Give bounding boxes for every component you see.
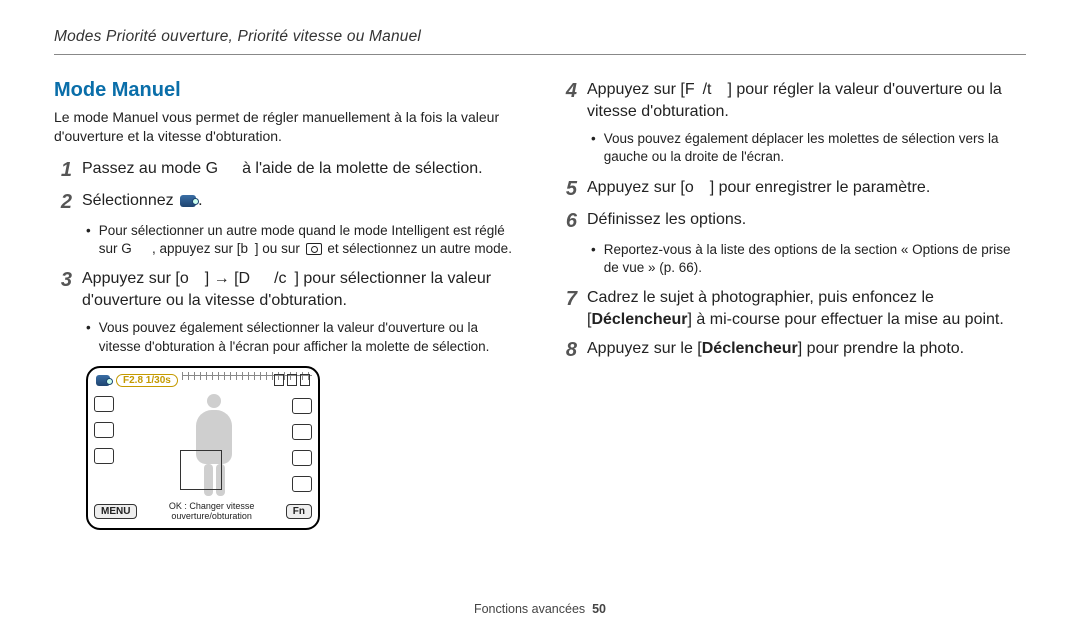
sub-text: Reportez-vous à la liste des options de … (604, 241, 1026, 277)
step-1: 1 Passez au mode G à l'aide de la molett… (54, 158, 521, 182)
sub-bullet: Pour sélectionner un autre mode quand le… (86, 222, 521, 258)
osd-icon (94, 396, 114, 412)
osd-icon (292, 398, 312, 414)
intro-text: Le mode Manuel vous permet de régler man… (54, 108, 521, 146)
mode-icon (96, 375, 110, 386)
sub-bullet: Vous pouvez également déplacer les molet… (591, 130, 1026, 166)
sub-text: Vous pouvez également sélectionner la va… (99, 319, 521, 355)
manual-page: Modes Priorité ouverture, Priorité vites… (0, 0, 1080, 630)
step-text: Appuyez sur [o ] pour enregistrer le par… (587, 177, 1026, 199)
two-column-layout: Mode Manuel Le mode Manuel vous permet d… (54, 79, 1026, 530)
header-rule (54, 54, 1026, 55)
step-text: Passez au mode G à l'aide de la molette … (82, 158, 521, 180)
steps-right: 4 Appuyez sur [F /t ] pour régler la val… (559, 79, 1026, 362)
step-number: 7 (559, 287, 577, 311)
step-2-sub: Pour sélectionner un autre mode quand le… (86, 222, 521, 258)
menu-button-label: MENU (94, 504, 137, 519)
sub-bullet: Vous pouvez également sélectionner la va… (86, 319, 521, 355)
camera-screen-figure: F2.8 1/30s (86, 366, 320, 530)
step-text: Appuyez sur le [Déclencheur] pour prendr… (587, 338, 1026, 360)
battery-card-indicator (274, 374, 310, 386)
step-text: Appuyez sur [F /t ] pour régler la valeu… (587, 79, 1026, 122)
shutter-bold: Déclencheur (591, 311, 687, 328)
step-4-sub: Vous pouvez également déplacer les molet… (591, 130, 1026, 166)
osd-icon (94, 448, 114, 464)
camera-icon (306, 243, 322, 255)
osd-icon (292, 476, 312, 492)
step-text: Sélectionnez . (82, 190, 521, 212)
osd-icon (292, 424, 312, 440)
footer-page-number: 50 (592, 602, 606, 616)
step7-b: ] à mi-course pour effectuer la mise au … (688, 311, 1004, 328)
sub-text-b: et sélectionnez un autre mode. (324, 241, 512, 256)
left-column: Mode Manuel Le mode Manuel vous permet d… (54, 79, 521, 530)
step-number: 6 (559, 209, 577, 233)
right-icon-stack (292, 398, 312, 492)
shutter-bold: Déclencheur (702, 340, 798, 357)
mode-icon (180, 195, 196, 207)
figure-bottom-bar: MENU OK : Changer vitesse ouverture/obtu… (94, 502, 312, 522)
step-2: 2 Sélectionnez . (54, 190, 521, 214)
step-8: 8 Appuyez sur le [Déclencheur] pour pren… (559, 338, 1026, 362)
osd-icon (292, 450, 312, 466)
focus-frame (180, 450, 222, 490)
sub-bullet: Reportez-vous à la liste des options de … (591, 241, 1026, 277)
step-number: 2 (54, 190, 72, 214)
step8-a: Appuyez sur le [ (587, 340, 702, 357)
left-icon-stack (94, 396, 114, 464)
step-number: 8 (559, 338, 577, 362)
step-text: Cadrez le sujet à photographier, puis en… (587, 287, 1026, 330)
running-header: Modes Priorité ouverture, Priorité vites… (54, 28, 1026, 50)
section-title: Mode Manuel (54, 79, 521, 102)
step-number: 1 (54, 158, 72, 182)
figure-caption: OK : Changer vitesse ouverture/obturatio… (143, 502, 279, 522)
step-number: 3 (54, 268, 72, 292)
step-text: Appuyez sur [o ] → [D /c ] pour sélectio… (82, 268, 521, 311)
step-number: 4 (559, 79, 577, 103)
step-7: 7 Cadrez le sujet à photographier, puis … (559, 287, 1026, 330)
step-6: 6 Définissez les options. (559, 209, 1026, 233)
step-4: 4 Appuyez sur [F /t ] pour régler la val… (559, 79, 1026, 122)
steps-left: 1 Passez au mode G à l'aide de la molett… (54, 158, 521, 530)
step-5: 5 Appuyez sur [o ] pour enregistrer le p… (559, 177, 1026, 201)
page-footer: Fonctions avancées 50 (0, 602, 1080, 616)
step-number: 5 (559, 177, 577, 201)
right-column: 4 Appuyez sur [F /t ] pour régler la val… (559, 79, 1026, 530)
exposure-chip: F2.8 1/30s (116, 374, 178, 387)
step2-pre: Sélectionnez (82, 192, 178, 209)
step8-b: ] pour prendre la photo. (798, 340, 964, 357)
sub-text: Vous pouvez également déplacer les molet… (604, 130, 1026, 166)
step-3-sub: Vous pouvez également sélectionner la va… (86, 319, 521, 355)
footer-section: Fonctions avancées (474, 602, 585, 616)
osd-icon (94, 422, 114, 438)
fn-button-label: Fn (286, 504, 312, 519)
step-6-sub: Reportez-vous à la liste des options de … (591, 241, 1026, 277)
step-text: Définissez les options. (587, 209, 1026, 231)
step-3: 3 Appuyez sur [o ] → [D /c ] pour sélect… (54, 268, 521, 311)
